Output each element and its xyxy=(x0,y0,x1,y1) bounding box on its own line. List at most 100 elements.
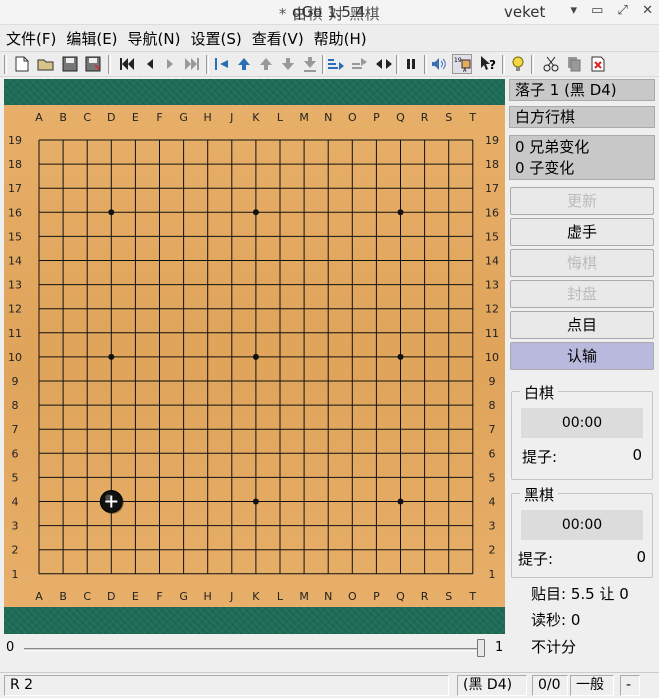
adjourn-button[interactable]: 封盘 xyxy=(510,280,654,308)
column-label-top: G xyxy=(179,111,188,124)
star-point xyxy=(397,353,404,360)
last-move-icon[interactable] xyxy=(182,54,202,74)
row-label-right: 6 xyxy=(489,447,496,460)
user-label: veket xyxy=(504,3,546,21)
resign-button[interactable]: 认输 xyxy=(510,342,654,370)
column-label-top: P xyxy=(373,111,380,124)
toolbar-separator xyxy=(396,55,399,74)
pause-icon[interactable] xyxy=(401,54,421,74)
row-label-right: 12 xyxy=(485,303,499,316)
sound-icon[interactable] xyxy=(429,54,449,74)
whats-this-icon[interactable]: ? xyxy=(478,54,498,74)
row-label-right: 5 xyxy=(489,471,496,484)
row-label-right: 2 xyxy=(489,544,496,557)
row-label-right: 10 xyxy=(485,351,499,364)
row-label-right: 19 xyxy=(485,134,499,147)
previous-variation-icon[interactable] xyxy=(256,54,276,74)
white-clock: 00:00 xyxy=(521,408,643,438)
row-label-right: 13 xyxy=(485,279,499,292)
variation-info: 0 兄弟变化 0 子变化 xyxy=(509,135,655,180)
slider-handle[interactable] xyxy=(477,639,485,657)
free-game-info: 不计分 xyxy=(531,638,577,656)
row-label-right: 3 xyxy=(489,520,496,533)
menu-file[interactable]: 文件(F) xyxy=(0,25,58,49)
row-label-left: 19 xyxy=(8,134,22,147)
next-variation-icon[interactable] xyxy=(278,54,298,74)
column-label-bottom: G xyxy=(179,590,188,603)
row-label-right: 11 xyxy=(485,327,499,340)
next-comment-icon[interactable] xyxy=(350,54,370,74)
column-label-top: Q xyxy=(396,111,405,124)
column-label-bottom: S xyxy=(445,590,452,603)
window-controls: ▾ ▭ ⤢ ✕ xyxy=(560,3,653,18)
column-label-bottom: H xyxy=(204,590,212,603)
star-point xyxy=(397,498,404,505)
column-label-bottom: N xyxy=(324,590,332,603)
minimize-icon[interactable]: ▾ xyxy=(570,3,577,18)
variation-down-icon[interactable] xyxy=(300,54,320,74)
variation-up-icon[interactable] xyxy=(234,54,254,74)
toolbar-separator xyxy=(108,55,111,74)
copy-icon[interactable] xyxy=(564,54,584,74)
cut-icon[interactable] xyxy=(541,54,561,74)
column-label-top: B xyxy=(59,111,67,124)
close-icon[interactable]: ✕ xyxy=(642,3,653,18)
delete-icon[interactable] xyxy=(588,54,608,74)
pass-button[interactable]: 虚手 xyxy=(510,218,654,246)
first-move-icon[interactable] xyxy=(117,54,137,74)
update-button[interactable]: 更新 xyxy=(510,187,654,215)
black-captures-value: 0 xyxy=(636,548,646,566)
row-label-left: 3 xyxy=(12,520,19,533)
slider-max-label: 1 xyxy=(495,640,504,655)
menu-navigation[interactable]: 导航(N) xyxy=(120,25,183,49)
column-label-bottom: D xyxy=(107,590,115,603)
column-label-bottom: B xyxy=(59,590,67,603)
go-board[interactable]: A A B B C C D D E E F F G G H H J J K K L L M M N N O O P P Q Q R R S S T T 19… xyxy=(4,105,505,607)
star-point xyxy=(108,209,115,216)
new-file-icon[interactable] xyxy=(12,54,32,74)
column-label-top: N xyxy=(324,111,332,124)
menu-help[interactable]: 帮助(H) xyxy=(306,25,369,49)
black-player-group: 黑棋 00:00 提子: 0 xyxy=(511,484,653,578)
move-info: 落子 1 (黑 D4) xyxy=(509,79,655,101)
column-label-top: L xyxy=(277,111,284,124)
previous-move-icon[interactable] xyxy=(140,54,160,74)
menu-view[interactable]: 查看(V) xyxy=(244,25,306,49)
save-as-icon[interactable] xyxy=(83,54,103,74)
row-label-right: 15 xyxy=(485,230,499,243)
app-version: qGo 1.5.4 xyxy=(292,3,366,21)
column-label-top: A xyxy=(35,111,43,124)
score-button[interactable]: 点目 xyxy=(510,311,654,339)
restore-icon[interactable]: ▭ xyxy=(591,3,603,18)
svg-text:A: A xyxy=(463,68,467,73)
son-variations: 0 子变化 xyxy=(515,159,575,177)
status-rank: R 2 xyxy=(4,675,449,696)
status-captures: 0/0 xyxy=(532,675,568,696)
maximize-icon[interactable]: ⤢ xyxy=(618,3,628,18)
black-captures-label: 提子: xyxy=(518,550,554,568)
column-label-top: D xyxy=(107,111,115,124)
svg-text:19: 19 xyxy=(454,57,462,64)
menu-settings[interactable]: 设置(S) xyxy=(182,25,243,49)
board-grid[interactable]: AABBCCDDEEFFGGHHJJKKLLMMNNOOPPQQRRSSTT19… xyxy=(4,105,505,607)
black-player-label: 黑棋 xyxy=(520,484,559,505)
menu-edit[interactable]: 编辑(E) xyxy=(58,25,119,49)
toolbar-separator xyxy=(206,55,209,74)
undo-button[interactable]: 悔棋 xyxy=(510,249,654,277)
status-last-move: (黑 D4) xyxy=(457,675,527,696)
row-label-left: 18 xyxy=(8,158,22,171)
next-move-icon[interactable] xyxy=(160,54,180,74)
start-variation-icon[interactable] xyxy=(326,54,346,74)
hint-lightbulb-icon[interactable] xyxy=(508,54,528,74)
toolbar-separator xyxy=(4,55,7,74)
open-folder-icon[interactable] xyxy=(36,54,56,74)
slider-track[interactable] xyxy=(24,648,484,651)
toolbar-separator xyxy=(322,55,325,74)
navigate-intersection-icon[interactable] xyxy=(374,54,394,74)
save-icon[interactable] xyxy=(60,54,80,74)
row-label-left: 15 xyxy=(8,230,22,243)
row-label-left: 10 xyxy=(8,351,22,364)
coordinates-toggle-icon[interactable]: 19 A xyxy=(452,54,472,74)
main-branch-icon[interactable] xyxy=(212,54,232,74)
column-label-top: F xyxy=(156,111,162,124)
